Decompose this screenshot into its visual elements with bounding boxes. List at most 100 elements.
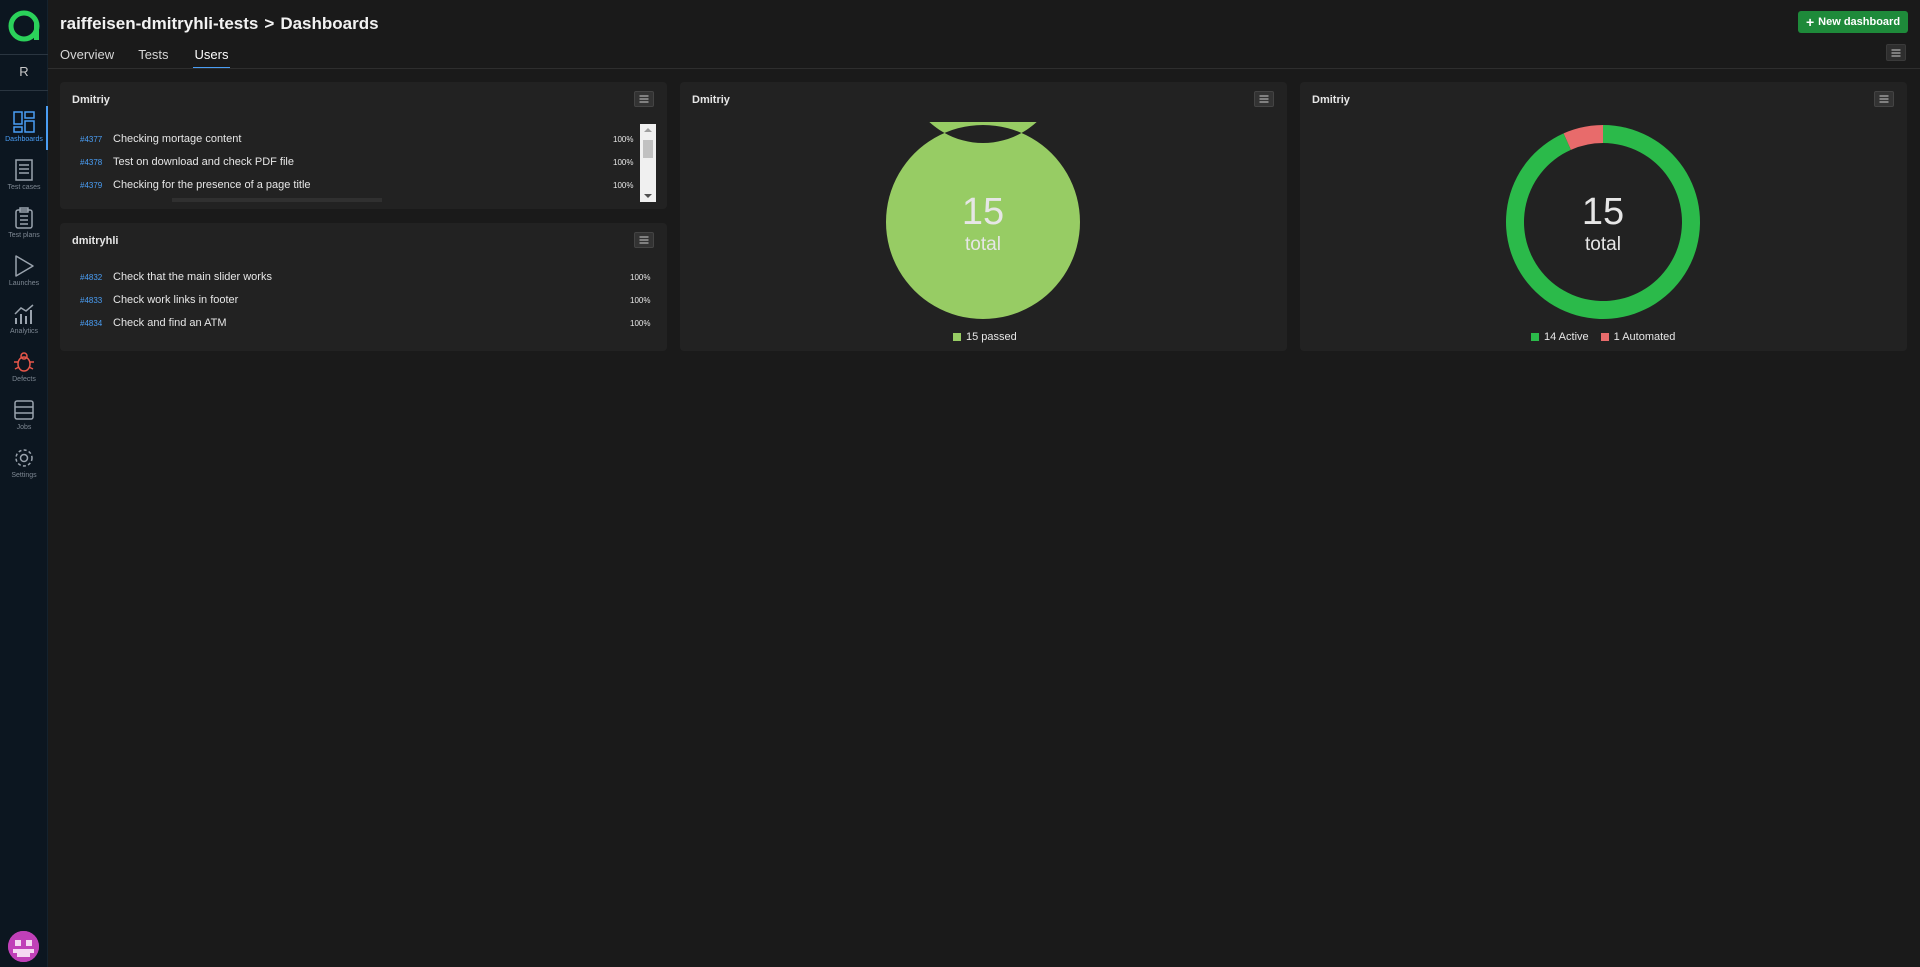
sidebar-item-label: Settings — [11, 472, 37, 479]
sidebar-item-defects[interactable]: Defects — [0, 346, 48, 390]
test-title[interactable]: Test on download and check PDF file — [113, 156, 294, 168]
donut-total-label: total — [965, 234, 1001, 255]
tab-overview[interactable]: Overview — [60, 47, 114, 69]
scroll-up-icon[interactable] — [644, 128, 652, 132]
new-dashboard-button[interactable]: + New dashboard — [1798, 11, 1908, 33]
launches-icon — [15, 255, 34, 277]
list-scrollbar[interactable] — [640, 124, 656, 202]
sidebar-item-label: Jobs — [16, 424, 32, 431]
sidebar-divider — [0, 90, 48, 91]
list-item[interactable]: #4834 Check and find an ATM — [80, 314, 227, 332]
donut-total: 15 — [1581, 191, 1625, 233]
legend-item-active[interactable]: 14 Active — [1531, 331, 1589, 343]
legend-label: 14 Active — [1544, 331, 1589, 343]
test-percent: 100% — [630, 295, 651, 305]
breadcrumb-separator: > — [264, 14, 275, 33]
hamburger-icon — [1879, 95, 1889, 103]
chart-legend: 14 Active 1 Automated — [1531, 331, 1687, 343]
app-logo[interactable] — [7, 9, 41, 43]
test-percent: 100% — [630, 318, 651, 328]
donut-total: 15 — [961, 191, 1005, 233]
list-item[interactable]: #4833 Check work links in footer — [80, 291, 238, 309]
sidebar-item-launches[interactable]: Launches — [0, 250, 48, 294]
widget-title: dmitryhli — [72, 235, 119, 247]
widget-menu-button[interactable] — [1254, 91, 1274, 107]
test-id-link[interactable]: #4833 — [80, 296, 113, 305]
sidebar-item-analytics[interactable]: Analytics — [0, 298, 48, 342]
breadcrumb-project[interactable]: raiffeisen-dmitryhli-tests — [60, 14, 258, 33]
widget-menu-button[interactable] — [634, 232, 654, 248]
donut-segment[interactable] — [1563, 125, 1603, 150]
widget-menu-button[interactable] — [634, 91, 654, 107]
test-title[interactable]: Checking for the presence of a page titl… — [113, 179, 311, 191]
widget-title: Dmitriy — [692, 94, 730, 106]
test-cases-icon — [15, 159, 33, 181]
legend-swatch — [1600, 333, 1609, 341]
plus-icon: + — [1805, 14, 1815, 30]
jobs-icon — [14, 400, 34, 420]
test-title[interactable]: Checking mortage content — [113, 133, 241, 145]
test-id-link[interactable]: #4834 — [80, 319, 113, 328]
sidebar-item-jobs[interactable]: Jobs — [0, 394, 48, 438]
avatar-face-icon — [8, 931, 39, 962]
sidebar-item-label: Defects — [12, 376, 36, 383]
test-percent: 100% — [613, 180, 634, 190]
widget-title: Dmitriy — [1312, 94, 1350, 106]
widget-test-list-dmitryhli: dmitryhli #4832 Check that the main slid… — [60, 223, 667, 351]
sidebar-divider — [0, 54, 48, 55]
dashboards-icon — [13, 111, 35, 133]
donut-center: 15 total — [1523, 192, 1683, 256]
defects-icon — [14, 352, 34, 372]
donut-center: 15 total — [903, 192, 1063, 256]
breadcrumb: raiffeisen-dmitryhli-tests > Dashboards — [60, 14, 379, 34]
test-plans-icon — [15, 207, 33, 229]
test-title[interactable]: Check and find an ATM — [113, 317, 227, 329]
sidebar-item-dashboards[interactable]: Dashboards — [0, 106, 48, 150]
test-title[interactable]: Check work links in footer — [113, 294, 238, 306]
legend-label: 1 Automated — [1613, 331, 1676, 343]
legend-item-passed[interactable]: 15 passed — [953, 331, 1017, 343]
new-dashboard-label: New dashboard — [1818, 16, 1901, 28]
list-item[interactable]: #4378 Test on download and check PDF fil… — [80, 153, 294, 171]
test-title[interactable]: Check that the main slider works — [113, 271, 272, 283]
widget-menu-button[interactable] — [1874, 91, 1894, 107]
widget-donut-status: Dmitriy 15 total 14 Active 1 Automated — [1300, 82, 1907, 351]
header-divider — [48, 68, 1920, 69]
sidebar-item-label: Test plans — [8, 232, 40, 239]
sidebar-item-settings[interactable]: Settings — [0, 442, 48, 486]
scrollbar-thumb[interactable] — [643, 140, 653, 158]
list-item[interactable]: #4832 Check that the main slider works — [80, 268, 272, 286]
hamburger-icon — [639, 236, 649, 244]
sidebar-item-test-cases[interactable]: Test cases — [0, 154, 48, 198]
legend-item-automated[interactable]: 1 Automated — [1600, 331, 1676, 343]
sidebar: R Dashboards Test cases Test plans Launc… — [0, 0, 48, 967]
analytics-icon — [14, 304, 34, 324]
sidebar-item-test-plans[interactable]: Test plans — [0, 202, 48, 246]
hamburger-icon — [1891, 49, 1901, 56]
test-percent: 100% — [613, 134, 634, 144]
scroll-down-icon[interactable] — [644, 194, 652, 198]
dashboard-menu-button[interactable] — [1886, 44, 1906, 61]
project-switcher[interactable]: R — [0, 64, 48, 79]
tab-users[interactable]: Users — [192, 47, 231, 69]
list-item-partial — [172, 198, 382, 202]
test-id-link[interactable]: #4378 — [80, 158, 113, 167]
sidebar-item-label: Analytics — [9, 328, 38, 335]
tab-tests[interactable]: Tests — [138, 47, 168, 69]
widget-donut-passed: Dmitriy 15 total 15 passed — [680, 82, 1287, 351]
test-id-link[interactable]: #4379 — [80, 181, 113, 190]
widget-list-viewport[interactable]: #4377 Checking mortage content 100% #437… — [60, 122, 640, 202]
user-avatar[interactable] — [8, 931, 39, 962]
test-id-link[interactable]: #4832 — [80, 273, 113, 282]
hamburger-icon — [639, 95, 649, 103]
legend-swatch — [1531, 333, 1539, 341]
test-id-link[interactable]: #4377 — [80, 135, 113, 144]
sidebar-item-label: Dashboards — [5, 136, 43, 143]
list-item[interactable]: #4377 Checking mortage content — [80, 130, 241, 148]
widget-test-list-dmitriy: Dmitriy #4377 Checking mortage content 1… — [60, 82, 667, 209]
list-item[interactable]: #4379 Checking for the presence of a pag… — [80, 176, 311, 194]
breadcrumb-section: Dashboards — [280, 14, 379, 33]
dashboard-tabs: Overview Tests Users — [60, 47, 254, 69]
sidebar-item-label: Test cases — [7, 184, 41, 191]
hamburger-icon — [1259, 95, 1269, 103]
